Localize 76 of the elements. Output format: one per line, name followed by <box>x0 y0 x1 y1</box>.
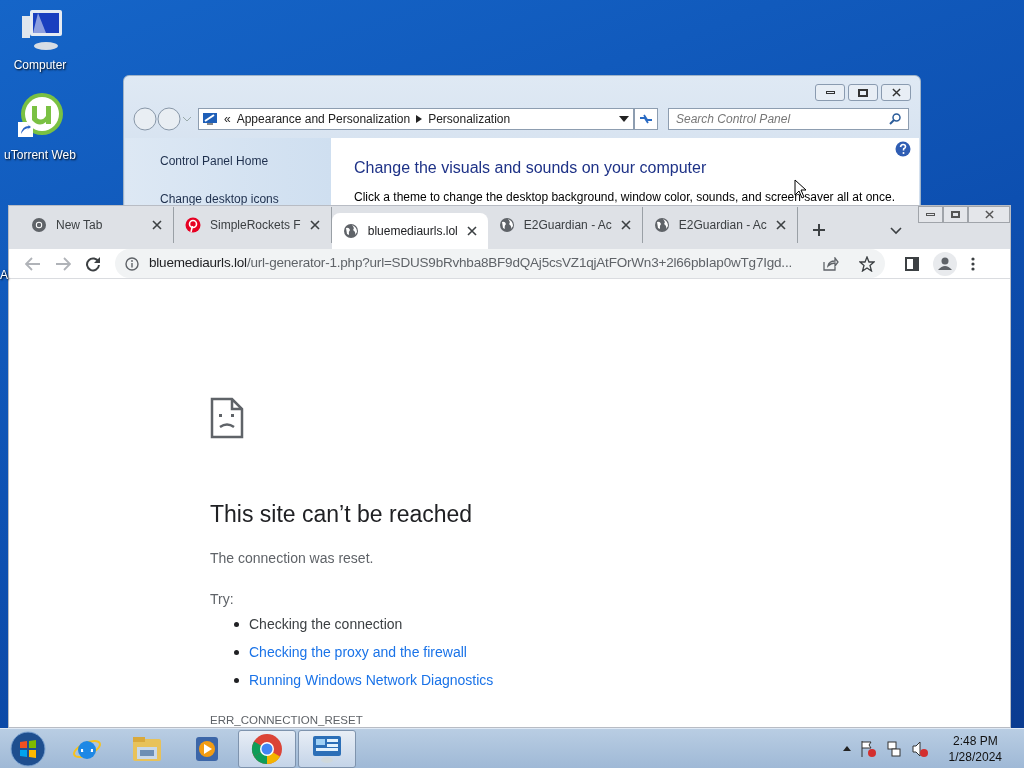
browser-tab[interactable]: New Tab <box>20 207 174 243</box>
pin-logo-icon <box>185 217 201 233</box>
chevron-down-icon[interactable] <box>890 227 902 235</box>
desktop-icon-label[interactable]: uTorrent Web <box>4 146 76 164</box>
address-bar[interactable]: « Appearance and Personalization Personalization <box>198 108 634 130</box>
close-icon[interactable] <box>891 88 901 97</box>
maximize-button[interactable] <box>848 84 878 101</box>
suggestion-link[interactable]: Checking the proxy and the firewall <box>249 641 467 663</box>
desktop-icon-label[interactable]: Computer <box>13 56 67 74</box>
breadcrumb-arrow-icon[interactable] <box>416 115 423 123</box>
search-field[interactable]: Search Control Panel <box>668 108 909 130</box>
globe-icon <box>342 223 359 239</box>
bullet-icon <box>234 677 239 683</box>
help-icon[interactable] <box>895 141 911 157</box>
start-button-icon[interactable] <box>8 728 48 768</box>
close-tab-icon[interactable] <box>309 220 320 230</box>
globe-icon <box>653 217 670 233</box>
play-icon <box>194 734 220 763</box>
error-message: The connection was reset. <box>210 548 374 568</box>
page-description: Click a theme to change the desktop background, window color, sounds, and screen saver all at once. <box>354 190 896 204</box>
flag-alert-icon[interactable] <box>858 739 877 758</box>
folder-icon <box>131 734 163 763</box>
taskbar-button[interactable] <box>238 729 296 768</box>
new-tab-icon[interactable] <box>811 223 826 237</box>
close-icon[interactable] <box>984 210 994 219</box>
search-icon <box>889 113 901 125</box>
more-menu-icon[interactable] <box>971 256 975 271</box>
speaker-muted-icon[interactable] <box>910 739 929 758</box>
breadcrumb-item[interactable]: Personalization <box>428 110 511 128</box>
close-tab-icon[interactable] <box>152 220 162 230</box>
show-hidden-icons[interactable] <box>842 746 851 751</box>
error-code: ERR_CONNECTION_RESET <box>210 712 363 728</box>
suggestion-text: Checking the connection <box>249 614 403 634</box>
bullet-icon <box>234 649 239 655</box>
minimize-button[interactable] <box>815 84 845 101</box>
sidebar-link[interactable]: Control Panel Home <box>160 152 331 170</box>
close-tab-icon[interactable] <box>620 220 631 230</box>
url-text: bluemediaurls.lol/url-generator-1.php?url=SDUS9bRvhba8BF9dQAj5csVZ1qjAtFOrWn3+2l66pbIap0wTg7Igd... <box>149 254 792 273</box>
error-title: This site can’t be reached <box>210 500 473 529</box>
sidebar-link[interactable]: Change desktop icons <box>160 190 331 208</box>
page-heading: Change the visuals and sounds on your computer <box>354 158 708 178</box>
sad-page-icon <box>210 397 244 439</box>
star-icon[interactable] <box>859 255 875 272</box>
close-button[interactable] <box>881 84 911 101</box>
globe-icon <box>498 217 515 233</box>
profile-avatar-icon[interactable] <box>933 251 957 276</box>
control-panel-icon <box>311 733 343 764</box>
clock-time[interactable]: 2:48 PM <box>952 732 998 749</box>
share-icon[interactable] <box>823 256 839 271</box>
refresh-icon <box>639 113 653 125</box>
reload-icon[interactable] <box>85 255 101 272</box>
breadcrumb-item[interactable]: Appearance and Personalization <box>236 110 411 128</box>
taskbar-button[interactable] <box>298 729 356 768</box>
maximize-button[interactable] <box>943 206 968 223</box>
suggestion-link[interactable]: Running Windows Network Diagnostics <box>249 669 494 691</box>
try-label: Try: <box>210 589 234 609</box>
browser-tab[interactable]: E2Guardian - Ac <box>642 207 798 243</box>
refresh-button[interactable] <box>634 108 658 130</box>
close-tab-icon[interactable] <box>466 226 477 236</box>
minimize-button[interactable] <box>918 206 943 223</box>
chrome-icon <box>31 217 47 233</box>
network-icon[interactable] <box>884 739 903 758</box>
side-panel-icon[interactable] <box>905 256 919 271</box>
dropdown-icon[interactable] <box>619 116 629 122</box>
close-tab-icon[interactable] <box>775 220 786 230</box>
url-bar[interactable]: bluemediaurls.lol/url-generator-1.php?url=SDUS9bRvhba8BF9dQAj5csVZ1qjAtFOrWn3+2l66pbIap0wTg7Igd... <box>115 249 885 278</box>
breadcrumb-chevron[interactable]: « <box>224 110 231 128</box>
browser-tab[interactable]: bluemediaurls.lol <box>331 213 488 249</box>
bullet-icon <box>234 621 239 627</box>
desktop-icon-label[interactable]: A <box>0 266 8 284</box>
browser-tab[interactable]: SimpleRockets F <box>174 207 332 243</box>
info-icon <box>125 256 139 271</box>
clock-date[interactable]: 1/28/2024 <box>948 748 1002 765</box>
monitor-icon <box>202 112 218 126</box>
browser-tab[interactable]: E2Guardian - Ac <box>487 207 643 243</box>
chrome-logo-icon <box>251 732 283 765</box>
